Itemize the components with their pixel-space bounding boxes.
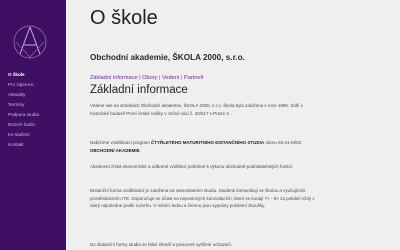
sidebar-item-pro-zajemce[interactable]: Pro zájemce <box>0 80 66 90</box>
section-links: Základní informace | Obory | Vedení | Pa… <box>90 75 204 81</box>
sidebar-item-aktuality[interactable]: Aktuality <box>0 90 66 100</box>
applicants-paragraph: Do distanční formy studia se hlásí čtená… <box>90 242 232 247</box>
link-zakladni-informace[interactable]: Základní informace <box>90 75 138 81</box>
distance-paragraph: Distanční forma vzdělávání je založena n… <box>90 188 315 209</box>
main-content: O škole Obchodní akademie, ŠKOLA 2000, s… <box>66 0 400 250</box>
sidebar-item-rozvrh-hodin[interactable]: Rozvrh hodin <box>0 120 66 130</box>
school-logo-icon <box>13 25 47 59</box>
link-obory[interactable]: Obory <box>142 75 157 81</box>
sidebar-item-ke-stazeni[interactable]: Ke stažení <box>0 130 66 140</box>
sidebar-nav: O škole Pro zájemce Aktuality Termíny Po… <box>0 70 66 150</box>
program-field: OBCHODNÍ AKADEMIE <box>90 147 140 153</box>
link-partneri[interactable]: Partneři <box>184 75 204 81</box>
program-code: oboru 63-41-M/02 <box>264 140 302 145</box>
sidebar-item-kontakt[interactable]: Kontakt <box>0 140 66 150</box>
sidebar: O škole Pro zájemce Aktuality Termíny Po… <box>0 0 66 250</box>
program-end: . <box>139 147 141 153</box>
company-name: Obchodní akademie, ŠKOLA 2000, s.r.o. <box>90 53 245 62</box>
program-text: Nabízíme vzdělávací program <box>90 140 152 145</box>
program-name: ČTYŘLETÉHO MATURITNÍHO DISTANČNÍHO STUDI… <box>151 140 265 145</box>
section-title: Základní informace <box>90 84 188 96</box>
link-vedeni[interactable]: Vedení <box>162 75 179 81</box>
program-paragraph: Nabízíme vzdělávací program ČTYŘLETÉHO M… <box>90 139 315 154</box>
sidebar-item-podpora-studia[interactable]: Podpora studia <box>0 110 66 120</box>
sidebar-item-terminy[interactable]: Termíny <box>0 100 66 110</box>
intro-paragraph: Vítáme vás na stránkách Obchodní akademi… <box>90 103 303 116</box>
page-title: O škole <box>90 7 158 29</box>
sidebar-item-o-skole[interactable]: O škole <box>0 70 66 80</box>
graduate-paragraph: Absolvent získá ekonomické a odborné vzd… <box>90 164 294 169</box>
